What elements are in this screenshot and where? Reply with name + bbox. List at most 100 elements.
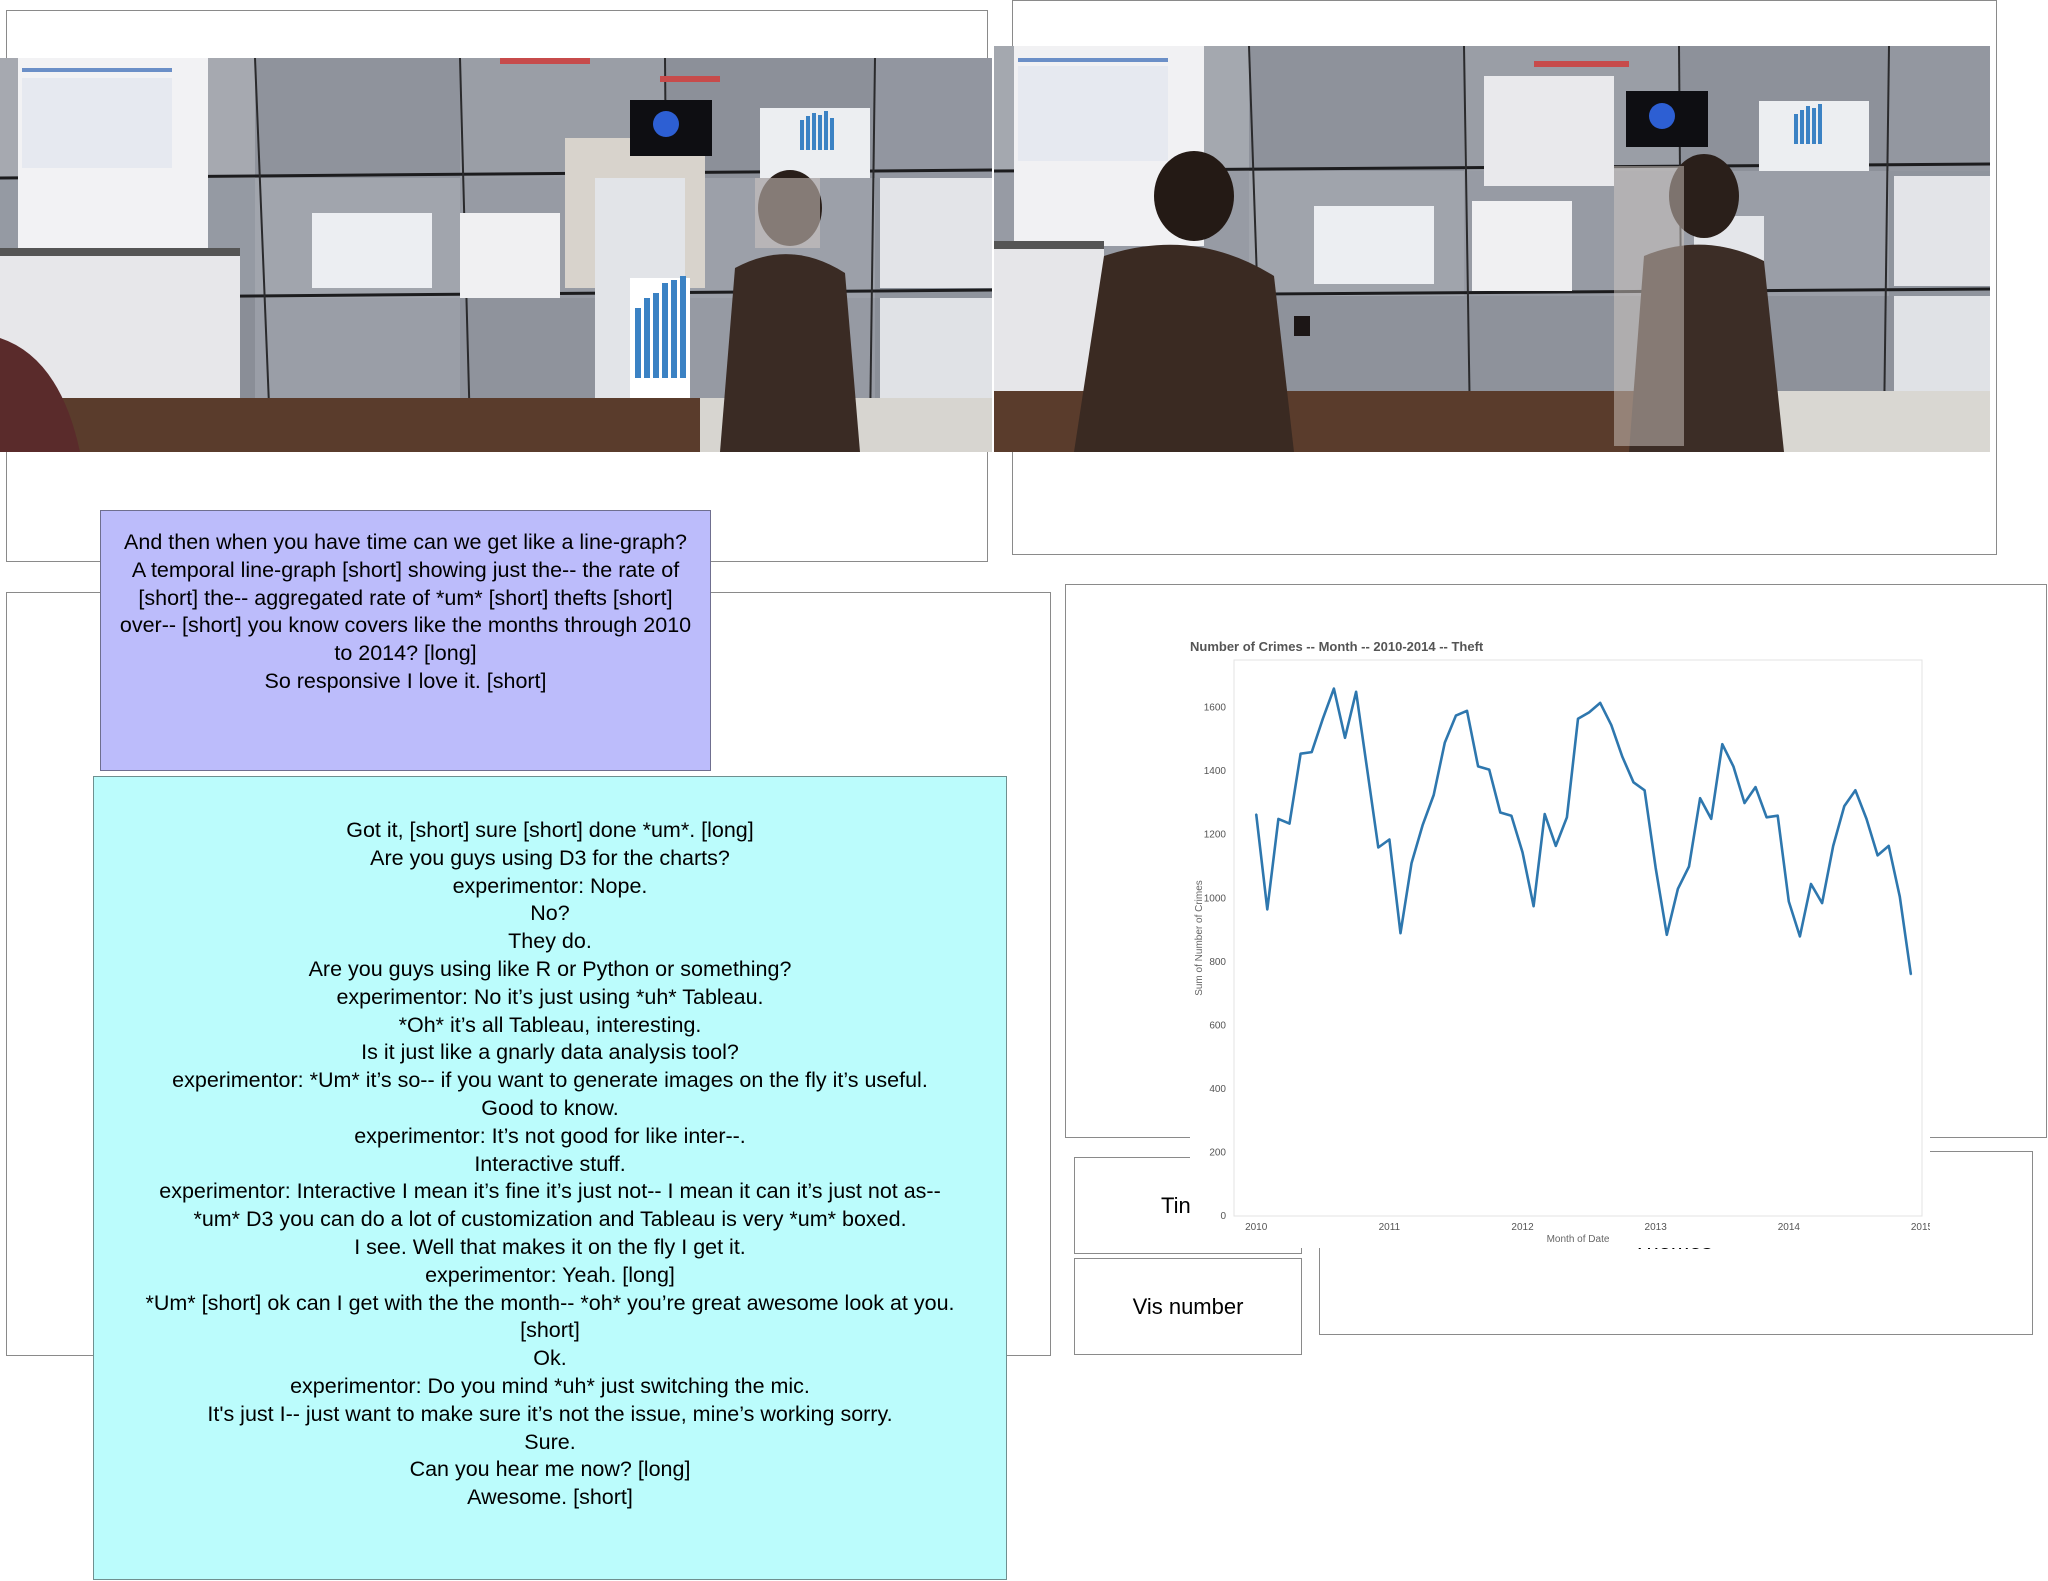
data-point bbox=[1299, 752, 1302, 755]
data-point bbox=[1765, 816, 1768, 819]
data-point bbox=[1588, 711, 1590, 714]
transcript-line: *Um* [short] ok can I get with the the m… bbox=[145, 1290, 955, 1315]
transcript-lines: Got it, [short] sure [short] done *um*. … bbox=[100, 817, 1000, 1512]
data-point bbox=[1333, 687, 1335, 690]
transcript-line: And then when you have time can we get l… bbox=[124, 530, 687, 554]
transcript-line: *Oh* it’s all Tableau, interesting. bbox=[398, 1012, 702, 1037]
x-tick-label: 2015 bbox=[1911, 1222, 1930, 1233]
data-point bbox=[1421, 824, 1424, 826]
display-wall-photo-single-user bbox=[0, 58, 992, 452]
x-tick-label: 2010 bbox=[1245, 1222, 1268, 1233]
y-tick-label: 200 bbox=[1209, 1147, 1226, 1158]
data-point bbox=[1688, 865, 1690, 868]
data-point bbox=[1865, 818, 1868, 820]
data-point bbox=[1788, 900, 1790, 903]
data-point bbox=[1710, 818, 1712, 820]
data-point bbox=[1322, 718, 1324, 720]
data-point bbox=[1910, 973, 1912, 976]
y-tick-label: 1200 bbox=[1204, 830, 1227, 841]
data-point bbox=[1288, 822, 1291, 825]
data-point bbox=[1854, 789, 1857, 792]
transcript-line: Can you hear me now? [long] bbox=[409, 1457, 691, 1482]
transcript-line: So responsive I love it. [short] bbox=[264, 668, 547, 693]
time-label: Tin bbox=[1161, 1192, 1191, 1218]
transcript-line: Sure. bbox=[524, 1429, 576, 1454]
y-tick-label: 1400 bbox=[1204, 766, 1227, 777]
data-point bbox=[1876, 854, 1879, 857]
transcript-line: *um* D3 you can do a lot of customizatio… bbox=[193, 1207, 907, 1232]
data-point bbox=[1455, 714, 1457, 717]
transcript-line: experimentor: Interactive I mean it’s fi… bbox=[159, 1179, 941, 1204]
data-point bbox=[1643, 789, 1646, 792]
data-point bbox=[1721, 743, 1724, 745]
data-point bbox=[1843, 805, 1846, 807]
transcript-line: No? bbox=[530, 901, 570, 926]
chart-title: Number of Crimes -- Month -- 2010-2014 -… bbox=[1190, 639, 1484, 654]
data-point bbox=[1732, 765, 1735, 768]
data-point bbox=[1654, 867, 1657, 869]
transcript-tools-discussion: Got it, [short] sure [short] done *um*. … bbox=[93, 776, 1007, 1580]
data-point bbox=[1577, 718, 1579, 720]
vis-number-label-box: Vis number bbox=[1074, 1258, 1302, 1355]
data-point bbox=[1499, 811, 1502, 814]
data-point bbox=[1355, 691, 1357, 693]
x-tick-label: 2011 bbox=[1379, 1222, 1401, 1233]
data-point bbox=[1410, 862, 1413, 865]
data-point bbox=[1266, 908, 1269, 911]
data-point bbox=[1832, 845, 1834, 847]
y-tick-label: 600 bbox=[1209, 1020, 1226, 1031]
data-point bbox=[1388, 838, 1391, 841]
data-point bbox=[1255, 813, 1257, 815]
display-wall-photo-two-users bbox=[994, 46, 1990, 452]
data-point bbox=[1466, 710, 1468, 712]
y-tick-label: 1600 bbox=[1204, 703, 1227, 714]
data-point bbox=[1510, 814, 1513, 817]
data-point bbox=[1521, 851, 1524, 853]
data-point bbox=[1366, 768, 1368, 771]
data-point bbox=[1754, 786, 1757, 788]
transcript-line: Good to know. bbox=[481, 1095, 619, 1120]
transcript-line: Are you guys using D3 for the charts? bbox=[370, 845, 730, 870]
x-tick-label: 2013 bbox=[1645, 1222, 1668, 1233]
data-point bbox=[1444, 741, 1446, 744]
y-tick-label: 0 bbox=[1220, 1211, 1226, 1222]
theft-series-line bbox=[1254, 687, 1913, 975]
data-point bbox=[1344, 737, 1346, 739]
vis-number-label: Vis number bbox=[1132, 1293, 1244, 1319]
data-point bbox=[1399, 932, 1402, 934]
data-point bbox=[1543, 813, 1546, 815]
data-point bbox=[1810, 883, 1812, 885]
transcript-line: I see. Well that makes it on the fly I g… bbox=[354, 1234, 746, 1259]
plot-area bbox=[1233, 659, 1923, 1217]
data-point bbox=[1743, 802, 1746, 804]
data-point bbox=[1821, 902, 1823, 904]
data-point bbox=[1699, 797, 1701, 799]
transcript-line: A temporal line-graph [short] showing ju… bbox=[119, 557, 692, 666]
data-point bbox=[1610, 724, 1613, 726]
data-point bbox=[1776, 814, 1779, 817]
transcript-line: [short] bbox=[520, 1318, 580, 1343]
transcript-line: Awesome. [short] bbox=[467, 1485, 633, 1510]
transcript-line: Interactive stuff. bbox=[474, 1151, 626, 1176]
data-point bbox=[1899, 895, 1901, 898]
data-point bbox=[1887, 845, 1890, 847]
x-tick-label: 2012 bbox=[1511, 1222, 1534, 1233]
chart-svg: Number of Crimes -- Month -- 2010-2014 -… bbox=[1190, 639, 1930, 1245]
data-point bbox=[1310, 751, 1313, 753]
data-point bbox=[1555, 845, 1557, 847]
data-point bbox=[1277, 818, 1280, 820]
data-point bbox=[1532, 905, 1535, 907]
transcript-line: Ok. bbox=[533, 1346, 567, 1371]
y-tick-label: 1000 bbox=[1204, 893, 1227, 904]
x-axis-label: Month of Date bbox=[1547, 1234, 1610, 1245]
data-point bbox=[1632, 781, 1635, 784]
data-point bbox=[1677, 888, 1679, 890]
transcript-line: Is it just like a gnarly data analysis t… bbox=[361, 1040, 739, 1065]
x-tick-label: 2014 bbox=[1778, 1222, 1801, 1233]
data-point bbox=[1432, 794, 1435, 796]
data-point bbox=[1621, 756, 1624, 758]
transcript-line: experimentor: *Um* it’s so-- if you want… bbox=[172, 1068, 928, 1093]
transcript-request-line-graph: And then when you have time can we get l… bbox=[100, 510, 711, 771]
transcript-line: It's just I-- just want to make sure it’… bbox=[207, 1401, 893, 1426]
y-tick-label: 400 bbox=[1209, 1084, 1226, 1095]
